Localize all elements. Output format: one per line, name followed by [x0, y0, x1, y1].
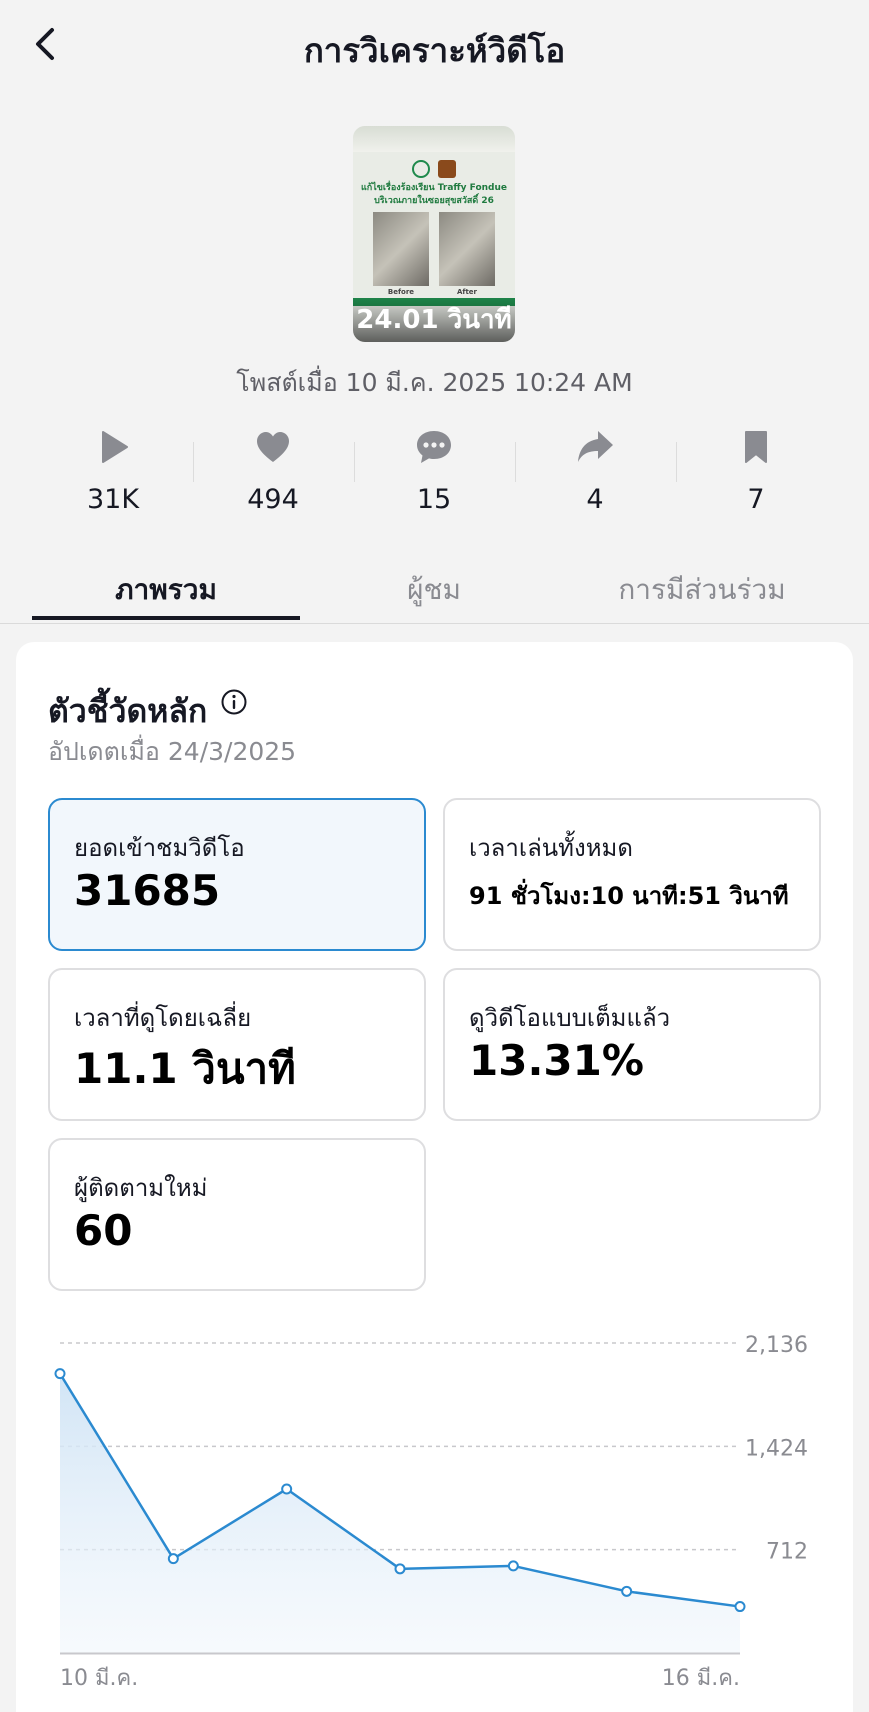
y-tick-label: 2,136: [745, 1333, 808, 1358]
tab-overview[interactable]: ภาพรวม: [32, 568, 300, 622]
metric-new-followers[interactable]: ผู้ติดตามใหม่ 60: [48, 1138, 426, 1291]
heart-icon: [257, 432, 289, 462]
info-icon[interactable]: [220, 688, 248, 716]
share-icon: [578, 431, 613, 462]
posted-date: โพสต์เมื่อ 10 มี.ค. 2025 10:24 AM: [236, 368, 633, 397]
metric-value: 31685: [74, 866, 221, 915]
active-tab-indicator: [32, 616, 300, 620]
comment-icon: [417, 431, 451, 463]
tab-engagement[interactable]: การมีส่วนร่วม: [568, 568, 836, 622]
x-tick-label: 10 มี.ค.: [60, 1666, 138, 1691]
metric-value: 13.31%: [469, 1036, 644, 1085]
tab-audience[interactable]: ผู้ชม: [300, 568, 568, 622]
stat-value: 7: [747, 484, 765, 515]
stat-value: 494: [247, 484, 299, 515]
metric-average-watch-time[interactable]: เวลาที่ดูโดยเฉลี่ย 11.1 วินาที: [48, 968, 426, 1121]
data-point: [394, 1563, 406, 1575]
video-duration: 24.01 วินาที: [353, 298, 515, 342]
key-metrics-title: ตัวชี้วัดหลัก: [48, 692, 208, 730]
data-point: [281, 1483, 293, 1495]
metric-label: เวลาเล่นทั้งหมด: [469, 834, 633, 862]
metric-total-play-time[interactable]: เวลาเล่นทั้งหมด 91 ชั่วโมง:10 นาที:51 วิ…: [443, 798, 821, 951]
stat-shares[interactable]: 4: [515, 420, 675, 520]
metric-label: ดูวิดีโอแบบเต็มแล้ว: [469, 1004, 671, 1032]
page-title: การวิเคราะห์วิดีโอ: [303, 31, 566, 70]
data-point: [507, 1560, 519, 1572]
thumbnail-after-image: [439, 212, 495, 286]
y-tick-label: 712: [766, 1540, 808, 1565]
data-point: [734, 1601, 746, 1613]
metric-label: ยอดเข้าชมวิดีโอ: [74, 834, 245, 862]
chart-area-fill: [60, 1373, 740, 1653]
stat-comments[interactable]: 15: [354, 420, 514, 520]
stat-value: 4: [586, 484, 604, 515]
metric-value: 11.1 วินาที: [74, 1044, 296, 1093]
data-point: [167, 1553, 179, 1565]
bookmark-icon: [745, 431, 767, 463]
data-point: [54, 1368, 66, 1380]
tab-bar: ภาพรวม ผู้ชม การมีส่วนร่วม: [0, 560, 869, 624]
thumbnail-before-caption: Before: [387, 288, 415, 296]
thumbnail-logos: [353, 158, 515, 178]
stat-views[interactable]: 31K: [33, 420, 193, 520]
thumbnail-before-image: [373, 212, 429, 286]
stat-value: 31K: [86, 484, 140, 515]
video-thumbnail[interactable]: แก้ไขเรื่องร้องเรียน Traffy Fondue บริเว…: [353, 126, 515, 342]
updated-date: อัปเดตเมื่อ 24/3/2025: [48, 737, 297, 766]
y-tick-label: 1,424: [745, 1436, 808, 1461]
thumbnail-top-strip: [353, 126, 515, 152]
header: การวิเคราะห์วิดีโอ: [0, 0, 869, 90]
stats-row: 31K 494 15 4 7: [0, 420, 869, 520]
seal-logo-icon: [412, 159, 430, 178]
stat-saves[interactable]: 7: [676, 420, 836, 520]
views-chart: 2,136 1,424 712 10 มี.ค. 16 มี.ค.: [54, 1333, 808, 1691]
metric-watched-full-video[interactable]: ดูวิดีโอแบบเต็มแล้ว 13.31%: [443, 968, 821, 1121]
stat-value: 15: [416, 484, 452, 515]
metric-value: 60: [74, 1206, 133, 1255]
data-point: [621, 1585, 633, 1597]
metric-value: 91 ชั่วโมง:10 นาที:51 วินาที: [469, 882, 789, 910]
metric-video-views[interactable]: ยอดเข้าชมวิดีโอ 31685: [48, 798, 426, 951]
play-icon: [102, 431, 128, 463]
brand-logo-icon: [438, 159, 456, 178]
metric-label: เวลาที่ดูโดยเฉลี่ย: [74, 1004, 252, 1032]
metric-label: ผู้ติดตามใหม่: [74, 1174, 208, 1202]
thumbnail-headline: แก้ไขเรื่องร้องเรียน Traffy Fondue บริเว…: [360, 183, 508, 206]
x-tick-label: 16 มี.ค.: [662, 1666, 740, 1691]
thumbnail-after-caption: After: [456, 288, 477, 296]
stat-likes[interactable]: 494: [193, 420, 353, 520]
